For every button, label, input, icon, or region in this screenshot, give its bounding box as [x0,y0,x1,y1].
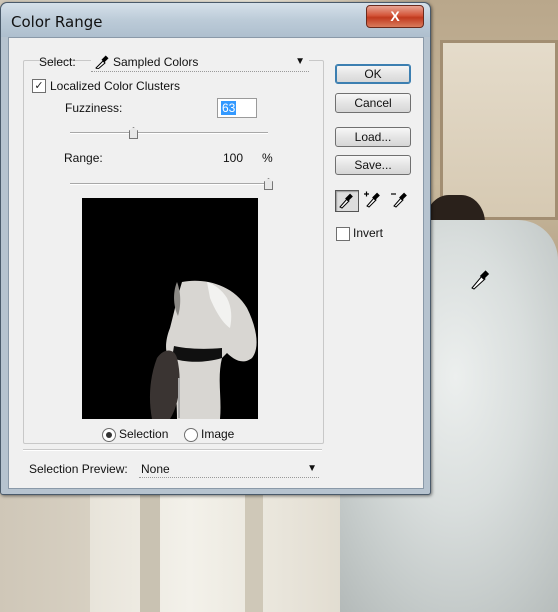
background-strip [140,495,160,612]
eyedropper-plus-icon [364,191,380,208]
dropdown-underline [139,477,319,478]
subtract-from-sample-tool[interactable] [390,190,412,210]
save-button[interactable]: Save... [335,155,411,175]
invert-checkbox[interactable] [336,227,350,241]
selection-preview-label: Selection Preview: [29,462,128,476]
selection-radio-label: Selection [119,427,169,441]
fuzziness-value: 63 [221,101,237,115]
eyedropper-icon [339,193,353,209]
dialog-client-area: Select: Sampled Colors ▼ ✓ Localized Col… [8,37,424,489]
select-label: Select: [39,55,76,69]
image-radio[interactable] [184,428,198,442]
selection-radio[interactable] [102,428,116,442]
eyedropper-minus-icon [391,192,407,208]
eyedropper-tool[interactable] [335,190,359,212]
dialog-title: Color Range [11,13,103,31]
color-range-dialog: Color Range X Select: Sampled Colors ▼ ✓… [0,2,431,495]
chevron-down-icon: ▼ [295,56,305,67]
fuzziness-slider-track[interactable] [70,132,268,134]
close-button[interactable]: X [366,5,424,28]
select-dropdown[interactable]: Sampled Colors ▼ [91,52,309,72]
image-radio-label: Image [201,427,235,441]
select-value: Sampled Colors [113,55,199,69]
eyedropper-cursor-icon [471,270,490,290]
title-bar[interactable]: Color Range X [1,3,430,37]
range-label: Range: [64,151,103,165]
ok-button[interactable]: OK [335,64,411,84]
invert-label: Invert [353,226,384,240]
fuzziness-label: Fuzziness: [65,101,123,115]
range-slider-track[interactable] [70,183,268,185]
background-lower-area [90,495,340,612]
selection-preview-dropdown[interactable]: None ▼ [139,458,319,478]
load-button[interactable]: Load... [335,127,411,147]
background-door [440,40,558,220]
chevron-down-icon: ▼ [307,463,317,474]
localized-clusters-label: Localized Color Clusters [50,79,181,93]
range-value[interactable]: 100 [221,151,243,165]
fuzziness-input[interactable]: 63 [217,98,257,118]
range-unit: % [262,151,273,165]
localized-clusters-checkbox[interactable]: ✓ [32,79,46,93]
divider [23,449,322,451]
eyedropper-icon [95,55,109,69]
selection-preview [82,198,258,419]
dropdown-underline [91,71,309,72]
cancel-button[interactable]: Cancel [335,93,411,113]
add-to-sample-tool[interactable] [363,190,385,210]
selection-preview-value: None [141,462,170,476]
background-strip [245,495,263,612]
